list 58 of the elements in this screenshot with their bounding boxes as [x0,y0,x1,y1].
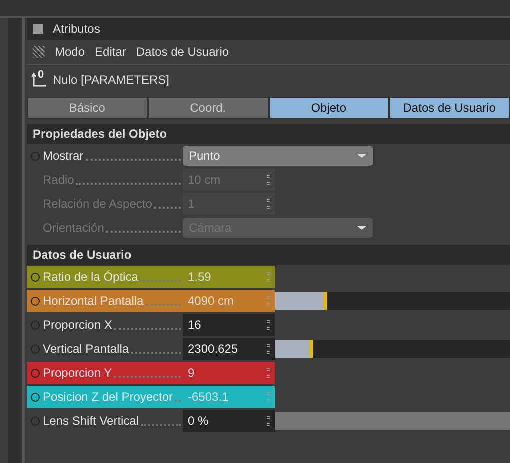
keyframe-dot-icon[interactable] [31,152,40,160]
field-label: Proporcion X [43,318,112,332]
caret-icon [357,226,367,230]
field-label: Lens Shift Vertical [43,414,140,428]
keyframe-dot-icon[interactable] [31,272,40,282]
slider-fill[interactable] [275,292,327,310]
keyframe-dot-icon[interactable] [31,392,40,402]
object-name: Nulo [PARAMETERS] [53,73,170,87]
panel-title: Atributos [53,22,100,36]
spinner-icon[interactable] [267,416,270,426]
field-label: Radio [43,173,74,187]
keyframe-dot-icon[interactable] [31,344,40,354]
number-field[interactable]: 1.59 [183,266,275,288]
grip-icon[interactable] [33,46,45,58]
menu-item[interactable]: Editar [95,45,126,59]
tab[interactable]: Objeto [268,97,390,119]
keyframe-dot-icon[interactable] [31,416,40,426]
axis-icon [31,72,47,88]
tab[interactable]: Datos de Usuario [389,97,510,119]
keyframe-dot-icon[interactable] [31,320,40,330]
spinner-icon[interactable] [267,199,270,209]
keyframe-dot-icon[interactable] [31,296,40,306]
field-label: Orientación [43,221,104,235]
section-header: Propiedades del Objeto [27,124,510,144]
tab[interactable]: Coord. [148,97,268,119]
tab[interactable]: Básico [27,97,148,119]
leader-line [146,304,181,306]
slider-fill[interactable] [275,340,313,358]
keyframe-dot-icon[interactable] [31,368,40,378]
leader-line [131,352,181,354]
leader-line [114,376,181,378]
dropdown[interactable]: Punto [183,146,373,166]
leader-line [140,280,181,282]
number-field[interactable]: 16 [183,314,275,336]
field-label: Mostrar [43,149,84,163]
leader-line [114,328,181,330]
menu-item[interactable]: Datos de Usuario [136,45,230,59]
field-label: Vertical Pantalla [43,342,130,356]
field-label: Horizontal Pantalla [43,294,144,308]
spinner-icon[interactable] [267,320,270,330]
number-field[interactable]: 2300.625 [183,338,275,360]
field-label: Proporcion Y [43,366,112,380]
spinner-icon[interactable] [267,175,270,185]
number-field[interactable]: 0 % [183,410,275,432]
number-field[interactable]: 9 [183,362,275,384]
section-header: Datos de Usuario [27,245,510,265]
caret-icon [357,154,367,158]
leader-line [141,424,181,426]
leader-line [154,207,181,209]
leader-line [175,400,181,402]
spinner-icon[interactable] [267,344,270,354]
object-number-label: 0 [38,69,44,81]
field-label: Relación de Aspecto [43,197,152,211]
menu-item[interactable]: Modo [55,45,86,59]
panel-icon [33,24,43,34]
field-label: Posicion Z del Proyector [43,390,174,404]
field-label: Ratio de la Óptica [43,270,138,284]
number-field[interactable]: 4090 cm [183,290,275,312]
